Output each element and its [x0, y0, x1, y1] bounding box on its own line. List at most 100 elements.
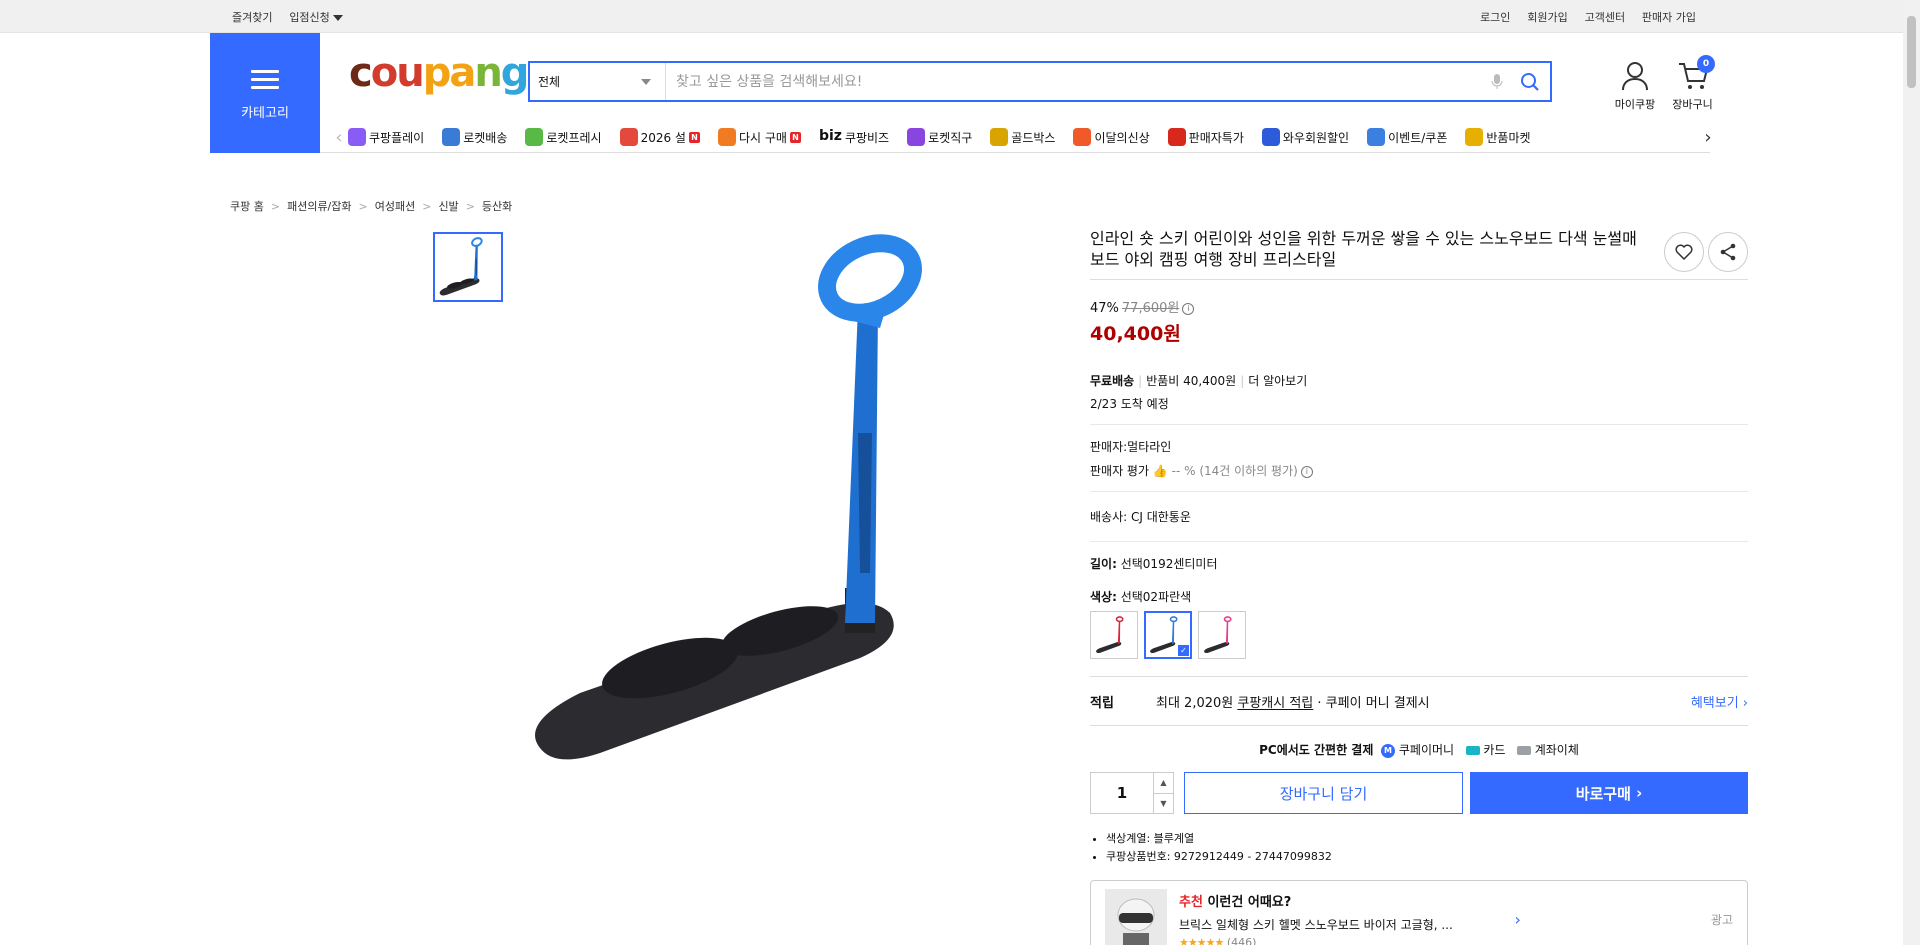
nav-item-12[interactable]: 반품마켓: [1465, 128, 1531, 146]
nav-item-7[interactable]: 골드박스: [990, 128, 1055, 146]
quantity-value[interactable]: 1: [1091, 773, 1153, 813]
microphone-icon[interactable]: [1484, 73, 1510, 91]
nav-prev-arrow-icon[interactable]: ‹: [330, 127, 348, 148]
bookmark-link[interactable]: 즐겨찾기: [232, 11, 272, 24]
nav-item-9[interactable]: 판매자특가: [1167, 128, 1244, 146]
seller-apply-dropdown[interactable]: 입점신청: [289, 10, 343, 24]
info-icon[interactable]: i: [1300, 465, 1313, 478]
coupay-money-label: 쿠페이머니: [1398, 743, 1455, 757]
nav-item-11[interactable]: 이벤트/쿠폰: [1367, 128, 1447, 146]
nav-item-6[interactable]: 로켓직구: [907, 128, 972, 146]
info-icon[interactable]: i: [1182, 302, 1195, 315]
spec-color-family: 색상계열: 블루계열: [1106, 830, 1748, 848]
my-coupang-label: 마이쿠팡: [1614, 98, 1656, 111]
search-icon[interactable]: [1510, 72, 1550, 92]
share-button[interactable]: [1708, 232, 1748, 272]
add-to-cart-button[interactable]: 장바구니 담기: [1184, 772, 1463, 814]
nav-item-8[interactable]: 이달의신상: [1073, 128, 1150, 146]
top-utility-bar: 즐겨찾기 입점신청 로그인 회원가입 고객센터 판매자 가입: [0, 0, 1920, 33]
signup-link[interactable]: 회원가입: [1527, 11, 1567, 24]
support-link[interactable]: 고객센터: [1585, 11, 1625, 24]
seller-rating-value: -- % (14건 이하의 평가): [1171, 464, 1298, 478]
rocket-fresh-icon: [525, 128, 544, 146]
nav-item-0[interactable]: 쿠팡플레이: [348, 128, 424, 146]
chevron-right-icon[interactable]: ›: [1515, 910, 1521, 929]
caret-down-icon: [332, 14, 343, 21]
nav-item-label: 로켓배송: [463, 130, 508, 145]
recommendation-card[interactable]: 추천 이런건 어때요? 브릭스 일체형 스키 헬멧 스노우보드 바이저 고글형,…: [1090, 880, 1748, 945]
play-icon: [348, 128, 366, 146]
ad-label: 광고: [1710, 913, 1733, 927]
breadcrumb-item[interactable]: 신발: [438, 198, 458, 214]
user-icon: [1622, 62, 1648, 91]
new-badge: N: [789, 131, 801, 143]
buy-now-button[interactable]: 바로구매 ›: [1470, 772, 1748, 814]
cart-label: 장바구니: [1672, 98, 1713, 111]
cart-button[interactable]: 0 장바구니: [1665, 55, 1720, 112]
nav-item-label: 이벤트/쿠폰: [1388, 130, 1448, 145]
seller-apply-label: 입점신청: [289, 10, 330, 24]
nav-item-label: 다시 구매: [738, 130, 787, 145]
quantity-stepper: 1 ▲ ▼: [1090, 772, 1174, 814]
search-scope-select[interactable]: 전체: [530, 63, 666, 100]
nav-item-1[interactable]: 로켓배송: [442, 128, 507, 146]
breadcrumb-item[interactable]: 쿠팡 홈: [230, 198, 264, 214]
new-bag-icon: [1073, 128, 1092, 146]
length-option-value[interactable]: 선택0192센티미터: [1121, 557, 1218, 571]
rating-stars-icon: ★★★★★: [1179, 935, 1224, 945]
nav-item-label: 와우회원할인: [1282, 130, 1350, 145]
biz-icon: biz: [818, 128, 842, 144]
product-info-panel: 인라인 숏 스키 어린이와 성인을 위한 두꺼운 쌓을 수 있는 스노우보드 다…: [1090, 228, 1748, 945]
quantity-up-icon[interactable]: ▲: [1154, 773, 1173, 793]
nav-item-label: 쿠팡비즈: [844, 130, 890, 145]
breadcrumb-separator-icon: >: [270, 199, 281, 213]
page-scrollbar[interactable]: [1903, 0, 1920, 945]
seller-name[interactable]: 판매자:멀타라인: [1090, 438, 1748, 455]
quantity-down-icon[interactable]: ▼: [1154, 792, 1173, 814]
breadcrumb-item[interactable]: 등산화: [482, 198, 512, 214]
breadcrumb-item[interactable]: 여성패션: [375, 198, 415, 214]
shipping-more-link[interactable]: 더 알아보기: [1248, 374, 1307, 388]
reward-max: 최대 2,020원: [1156, 695, 1234, 711]
color-option-label: 색상:: [1090, 590, 1117, 604]
nav-item-10[interactable]: 와우회원할인: [1261, 128, 1350, 146]
my-coupang-button[interactable]: 마이쿠팡: [1610, 61, 1660, 112]
reward-label: 적립: [1090, 695, 1114, 711]
nav-item-label: 반품마켓: [1486, 130, 1531, 145]
coupang-logo[interactable]: coupang: [349, 53, 529, 93]
seller-rating-label: 판매자 평가: [1090, 464, 1150, 478]
original-price: 77,600원: [1121, 301, 1180, 316]
nav-next-arrow-icon[interactable]: ›: [1696, 126, 1720, 148]
nav-item-label: 판매자특가: [1188, 130, 1244, 145]
nav-item-4[interactable]: 다시 구매 N: [717, 128, 801, 146]
hamburger-icon: [251, 65, 279, 94]
color-option-value: 선택02파란색: [1120, 590, 1192, 604]
color-swatch[interactable]: [1198, 611, 1246, 659]
rocket-icon: [442, 128, 461, 146]
percent-icon: [1167, 128, 1186, 146]
benefit-more-link[interactable]: 혜택보기 ›: [1691, 692, 1748, 711]
globe-icon: [907, 128, 926, 146]
breadcrumb: 쿠팡 홈 > 패션의류/잡화 > 여성패션 > 신발 > 등산화: [230, 198, 512, 214]
breadcrumb-separator-icon: >: [422, 199, 432, 213]
coupang-cash-link[interactable]: 쿠팡캐시 적립: [1237, 692, 1313, 711]
nav-item-label: 쿠팡플레이: [369, 130, 425, 145]
nav-item-3[interactable]: 2026 설N: [619, 128, 700, 146]
nav-item-2[interactable]: 로켓프레시: [525, 128, 602, 146]
bank-icon: [1516, 746, 1531, 755]
login-link[interactable]: 로그인: [1480, 11, 1510, 24]
coupon-icon: [1367, 128, 1386, 146]
wishlist-button[interactable]: [1664, 232, 1704, 272]
reward-condition: · 쿠페이 머니 결제시: [1317, 695, 1430, 711]
nav-item-5[interactable]: biz 쿠팡비즈: [819, 128, 889, 146]
color-swatch[interactable]: [1090, 611, 1138, 659]
breadcrumb-item[interactable]: 패션의류/잡화: [287, 198, 351, 214]
nav-item-label: 로켓직구: [928, 130, 973, 145]
category-menu-button[interactable]: 카테고리: [210, 33, 320, 153]
search-input[interactable]: [666, 63, 1484, 100]
reward-row: 적립 최대 2,020원 쿠팡캐시 적립 · 쿠페이 머니 결제시 혜택보기 ›: [1090, 676, 1748, 726]
product-thumbnail[interactable]: [433, 232, 503, 302]
arrival-date: 2/23 도착 예정: [1090, 397, 1169, 411]
seller-join-link[interactable]: 판매자 가입: [1642, 11, 1696, 24]
color-swatch[interactable]: ✓: [1144, 611, 1192, 659]
